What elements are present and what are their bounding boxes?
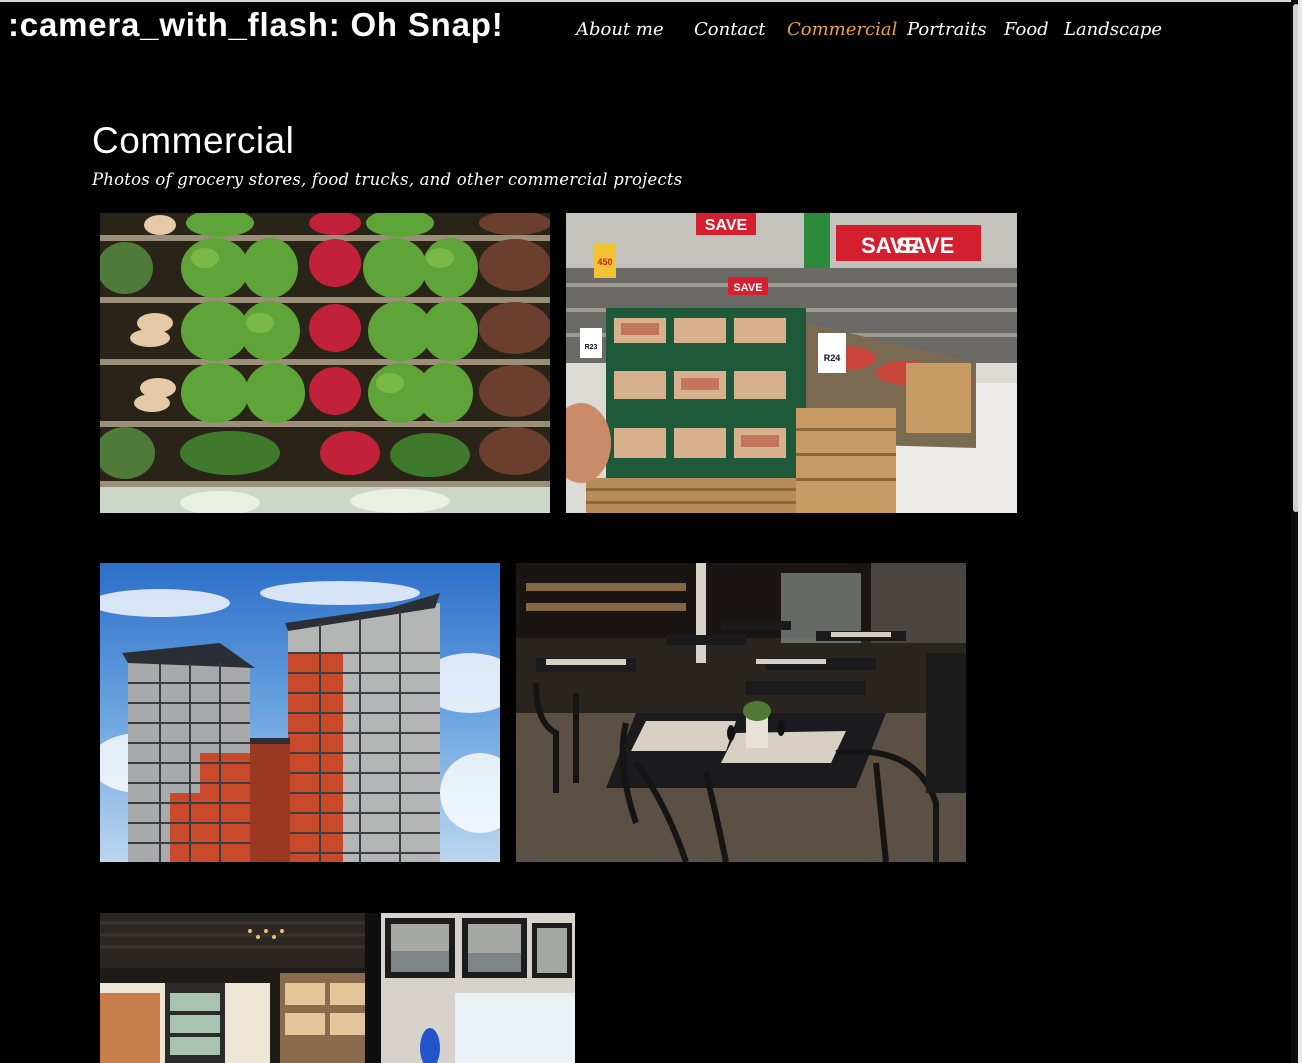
sign-save-top: SAVE (705, 217, 748, 234)
sign-save-mid: SAVE (733, 282, 762, 294)
page: :camera_with_flash: Oh Snap! About me Co… (0, 0, 1302, 1063)
produce-shelves-image (100, 213, 550, 513)
nav-item-portraits[interactable]: Portraits (907, 19, 987, 40)
window-top-border (0, 0, 1302, 2)
nav-item-commercial[interactable]: Commercial (787, 19, 897, 40)
supermarket-aisle-image: SAVE SAVE SAVE SAVE 450 R24 R23 (566, 213, 1017, 513)
page-subtitle: Photos of grocery stores, food trucks, a… (92, 170, 683, 189)
sign-price-r24: R24 (824, 353, 841, 363)
nav-item-about-me[interactable]: About me (576, 19, 664, 40)
nav-item-contact[interactable]: Contact (694, 19, 765, 40)
cafe-interior-image (100, 913, 575, 1063)
site-brand[interactable]: :camera_with_flash: Oh Snap! (8, 6, 504, 44)
nav-item-food[interactable]: Food (1004, 19, 1049, 40)
photo-restaurant-interior[interactable] (516, 563, 966, 862)
sign-price-450: 450 (597, 257, 612, 267)
apartment-towers-image (100, 563, 500, 862)
nav-item-landscape[interactable]: Landscape (1064, 19, 1162, 40)
restaurant-interior-image (516, 563, 966, 862)
photo-supermarket-aisle[interactable]: SAVE SAVE SAVE SAVE 450 R24 R23 (566, 213, 1017, 513)
page-title: Commercial (92, 120, 295, 161)
window-right-border (1298, 0, 1302, 1063)
photo-apartment-towers[interactable] (100, 563, 500, 862)
photo-cafe-interior[interactable] (100, 913, 575, 1063)
sign-price-r23: R23 (585, 344, 598, 351)
sign-save-right-b: SAVE (896, 233, 954, 258)
photo-produce-shelves[interactable] (100, 213, 550, 513)
